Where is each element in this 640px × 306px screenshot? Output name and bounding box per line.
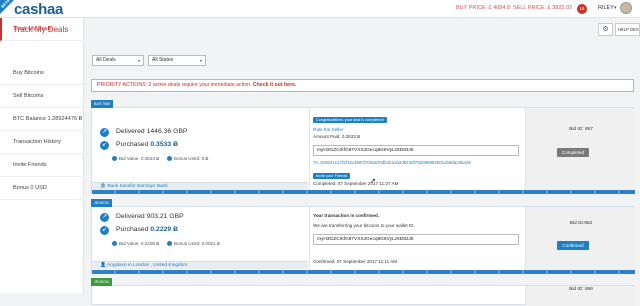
deals-filter-value: All Deals	[96, 57, 116, 63]
notification-badge[interactable]: 16	[577, 4, 587, 14]
deal-summary: ↗ Delivered 903.21 GBP ↙ Purchased 0.222…	[92, 207, 308, 270]
deal-tag: JENSON	[91, 278, 112, 286]
delivered-amount: Delivered 903.21 GBP	[116, 213, 184, 220]
sidebar-item-sell-bitcoins[interactable]: Sell Bitcoins	[0, 85, 84, 108]
deal-details: Your transaction is confirmed. We are tr…	[309, 207, 524, 270]
arrow-up-icon: ↗	[100, 213, 109, 222]
deals-filter-select[interactable]: All Deals ▾	[92, 55, 144, 66]
sidebar-item-buy-bitcoins[interactable]: Buy Bitcoins	[0, 62, 84, 85]
chevron-down-icon: ▾	[199, 58, 202, 63]
deal-details: Congratulations, your deal is completed!…	[309, 108, 524, 190]
page-title: Track My Deals	[13, 25, 69, 34]
cashaa-logo[interactable]: cashaa	[14, 1, 63, 18]
sidebar-item-transaction-history[interactable]: Transaction History	[0, 131, 84, 154]
deal-card: JENSON ↗ Delivered 903.21 GBP ↙ Purchase…	[91, 199, 635, 274]
bid-value: Bid Value: 0.2208 Ƀ	[112, 241, 159, 247]
deal-status: Bid ID:952 Confirmed	[525, 207, 635, 270]
states-filter-select[interactable]: All States ▾	[148, 55, 206, 66]
status-badge: Completed	[557, 148, 589, 157]
sidebar-item-bonus[interactable]: Bonus 0 USD	[0, 177, 84, 200]
arrow-down-icon: ↙	[100, 141, 109, 150]
completed-date: Completed: 07 September 2017 11:27 AM	[313, 181, 399, 186]
user-dropdown-chevron-icon[interactable]: ▾	[614, 5, 617, 11]
deal-tag: BAIT7585	[91, 100, 113, 108]
username[interactable]: RILEY	[598, 5, 614, 11]
deal-card: BAIT7585 ↗ Delivered 1446.36 GBP ↙ Purch…	[91, 100, 635, 194]
bid-value: Bid Value: 0.3533 Ƀ	[112, 156, 159, 162]
gear-icon: ⚙	[602, 26, 609, 33]
priority-actions-banner: PRIORITY ACTIONS: 2 active deals require…	[91, 79, 634, 92]
sidebar: Track My Deals Buy Bitcoins Sell Bitcoin…	[0, 18, 84, 293]
delivered-amount: Delivered 1446.36 GBP	[116, 128, 187, 135]
congrats-badge: Congratulations, your deal is completed!	[313, 117, 387, 123]
purchased-value: 0.3533 Ƀ	[150, 141, 178, 148]
bid-id: Bid ID:952	[569, 221, 593, 226]
bid-id: Bid ID: 956	[569, 287, 593, 292]
transaction-link[interactable]: Tx: 8c5521e17f2f15c460cf703da70db1ba1b2d…	[313, 160, 471, 165]
priority-text: PRIORITY ACTIONS: 2 active deals require…	[97, 82, 253, 88]
delivered-value: 903.21 GBP	[146, 213, 184, 220]
payment-method: 🏦 Bank transfer Barclays Bank	[92, 182, 308, 190]
invite-friends-button[interactable]: Invite your Friends	[313, 173, 351, 179]
wallet-id-field[interactable]: myH3GZCrkfG87VXSJGecq9G6VyLz6D82J5	[313, 234, 519, 245]
confirmed-date: Confirmed: 07 September 2017 11:11 AM	[313, 259, 398, 264]
mouse-cursor-icon: ➚	[370, 178, 376, 185]
rate-seller-link[interactable]: Rate the Seller	[313, 127, 343, 132]
buy-price: BUY PRICE: £ 4084.8	[456, 5, 511, 11]
sidebar-item-btc-balance[interactable]: BTC Balance 1.28924476 Ƀ	[0, 108, 84, 131]
delivered-label: Delivered	[116, 213, 145, 220]
meeting-location: 👤 Anyplace in London , United Kingdom	[92, 261, 308, 269]
deal-status: Bid ID: 957 Completed	[525, 108, 635, 190]
wallet-id-field[interactable]: myH3GZCrkfG87VXSJGecq9G6VyLz6D82J5	[313, 145, 519, 156]
bonus-used: Bonus Used: 0 Ƀ	[167, 156, 208, 162]
status-badge: Confirmed	[557, 241, 589, 250]
top-bar: BETA cashaa BUY PRICE: £ 4084.8 SELL PRI…	[0, 0, 640, 18]
avatar[interactable]	[620, 2, 632, 14]
amount-paid: Amount Paid: 0.3533 Ƀ	[313, 134, 361, 139]
purchased-value: 0.2229 Ƀ	[150, 226, 178, 233]
arrow-up-icon: ↗	[100, 128, 109, 137]
confirmed-title: Your transaction is confirmed.	[313, 213, 380, 218]
delivered-label: Delivered	[116, 128, 145, 135]
deal-card: JENSON Bid ID: 956	[91, 278, 635, 306]
progress-bar	[92, 270, 635, 274]
arrow-down-icon: ↙	[100, 226, 109, 235]
deal-tag: JENSON	[91, 199, 112, 207]
progress-bar	[92, 190, 635, 194]
purchased-label: Purchased	[116, 226, 149, 233]
sell-price: SELL PRICE: £ 3822.02	[513, 5, 573, 11]
transferring-text: We are transferring your bitcoins to you…	[313, 223, 414, 228]
delivered-value: 1446.36 GBP	[146, 128, 188, 135]
sidebar-item-invite-friends[interactable]: Invite Friends	[0, 154, 84, 177]
bonus-used: Bonus Used: 0.0021 Ƀ	[167, 241, 220, 247]
chevron-down-icon: ▾	[137, 58, 140, 63]
help-desk-button[interactable]: HELP DESK	[615, 23, 640, 36]
purchased-label: Purchased	[116, 141, 149, 148]
purchased-amount: Purchased 0.3533 Ƀ	[116, 141, 178, 148]
states-filter-value: All States	[152, 57, 174, 63]
settings-button[interactable]: ⚙	[598, 23, 613, 36]
deal-status: Bid ID: 956	[525, 286, 635, 306]
deal-summary: ↗ Delivered 1446.36 GBP ↙ Purchased 0.35…	[92, 108, 308, 190]
priority-link[interactable]: Check it out here.	[253, 82, 297, 88]
purchased-amount: Purchased 0.2229 Ƀ	[116, 226, 178, 233]
bid-id: Bid ID: 957	[569, 127, 593, 132]
